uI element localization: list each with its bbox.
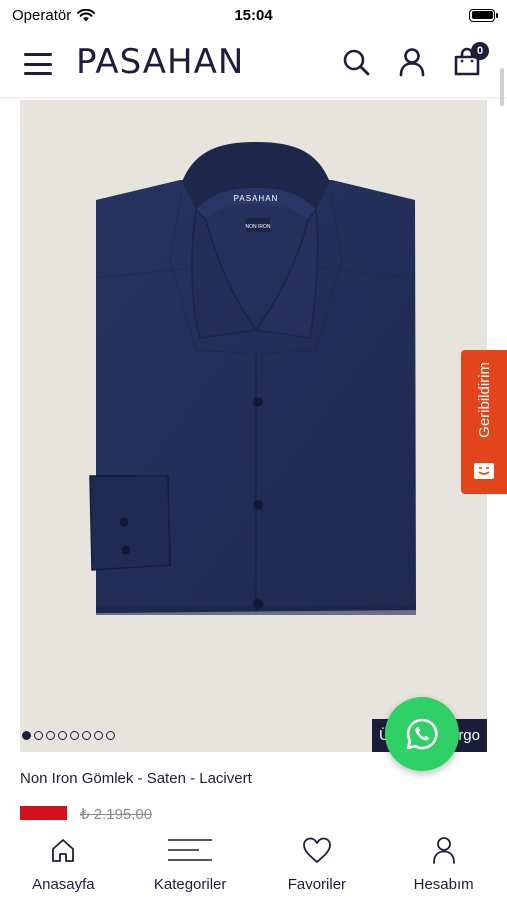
cart-count-badge: 0 bbox=[471, 42, 489, 60]
gallery-dot[interactable] bbox=[94, 731, 103, 740]
menu-icon[interactable] bbox=[24, 52, 52, 76]
app-header: PASAHAN 0 bbox=[0, 30, 507, 98]
app-screen: Operatör 15:04 PASAHAN 0 PASAHAN NON IRO… bbox=[0, 0, 507, 900]
feedback-smile-icon bbox=[474, 463, 494, 479]
product-name[interactable]: Non Iron Gömlek - Saten - Lacivert bbox=[20, 770, 252, 787]
tab-label: Hesabım bbox=[413, 876, 474, 893]
carrier-label: Operatör bbox=[12, 6, 72, 24]
scrollbar[interactable] bbox=[500, 68, 504, 106]
tab-label: Favoriler bbox=[287, 876, 347, 893]
shirt-tag-label: NON IRON bbox=[246, 224, 271, 230]
battery-icon bbox=[469, 8, 498, 22]
shirt-illustration: PASAHAN NON IRON bbox=[89, 142, 416, 615]
status-left: Operatör bbox=[12, 6, 96, 24]
wifi-icon bbox=[77, 8, 96, 21]
shirt-neck-label: PASAHAN bbox=[234, 194, 279, 203]
cargo-banner-text-right: rgo bbox=[458, 727, 480, 744]
tab-label: Kategoriler bbox=[153, 876, 227, 893]
categories-icon bbox=[168, 839, 213, 861]
gallery-dot[interactable] bbox=[106, 731, 115, 740]
gallery-dot[interactable] bbox=[70, 731, 79, 740]
tab-kategoriler[interactable]: Kategoriler bbox=[127, 820, 254, 900]
tab-favoriler[interactable]: Favoriler bbox=[254, 820, 381, 900]
bottom-tab-bar: Anasayfa Kategoriler Favoriler Hesabım bbox=[0, 820, 507, 900]
gallery-dots[interactable] bbox=[22, 731, 115, 740]
whatsapp-icon bbox=[406, 718, 438, 750]
search-icon[interactable] bbox=[340, 46, 372, 78]
tab-label: Anasayfa bbox=[32, 876, 95, 893]
account-icon bbox=[432, 837, 455, 864]
brand-logo[interactable]: PASAHAN bbox=[76, 42, 244, 82]
heart-icon bbox=[302, 837, 331, 863]
gallery-dot[interactable] bbox=[82, 731, 91, 740]
user-icon[interactable] bbox=[396, 46, 428, 78]
status-bar: Operatör 15:04 bbox=[0, 0, 507, 30]
tab-hesabim[interactable]: Hesabım bbox=[380, 820, 507, 900]
whatsapp-button[interactable] bbox=[385, 697, 459, 771]
feedback-tab[interactable]: Geribildirim bbox=[461, 350, 507, 494]
gallery-dot[interactable] bbox=[58, 731, 67, 740]
home-icon bbox=[52, 839, 75, 862]
discount-badge bbox=[20, 806, 67, 820]
gallery-dot[interactable] bbox=[34, 731, 43, 740]
tab-anasayfa[interactable]: Anasayfa bbox=[0, 820, 127, 900]
feedback-label: Geribildirim bbox=[475, 362, 493, 438]
gallery-dot[interactable] bbox=[46, 731, 55, 740]
product-image[interactable]: PASAHAN NON IRON bbox=[20, 100, 487, 752]
gallery-dot[interactable] bbox=[22, 731, 31, 740]
